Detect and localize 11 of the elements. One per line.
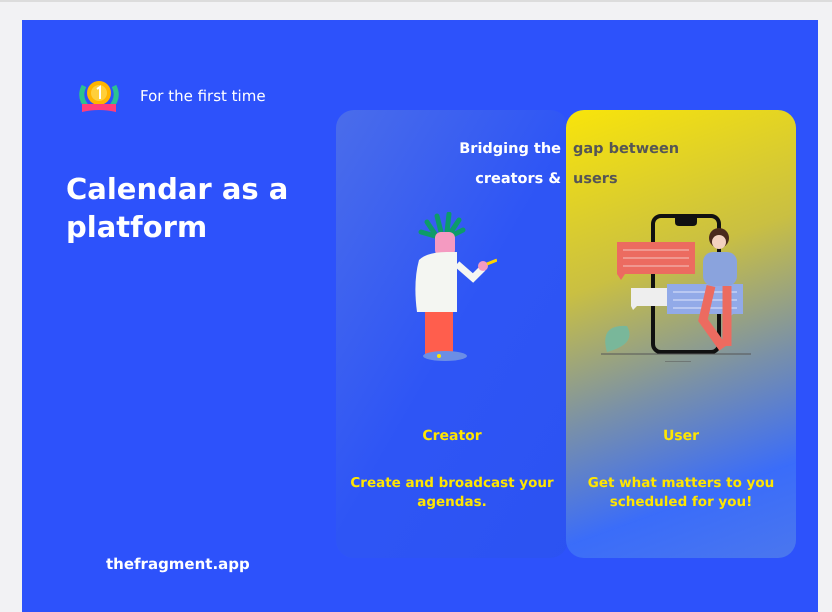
card-description: Get what matters to you scheduled for you!	[586, 474, 776, 512]
card-title: User	[662, 428, 700, 444]
headline-text: gap between	[573, 140, 680, 159]
headline-text: Bridging the	[459, 140, 561, 159]
medal-icon	[78, 78, 120, 114]
slide-title: Calendar as a platform	[66, 171, 290, 246]
headline-text: creators &	[475, 170, 561, 189]
card-description: Create and broadcast your agendas.	[349, 474, 555, 512]
card-title: Creator	[422, 428, 482, 444]
badge-text: For the first time	[140, 87, 266, 105]
headline-text: users	[573, 170, 618, 189]
